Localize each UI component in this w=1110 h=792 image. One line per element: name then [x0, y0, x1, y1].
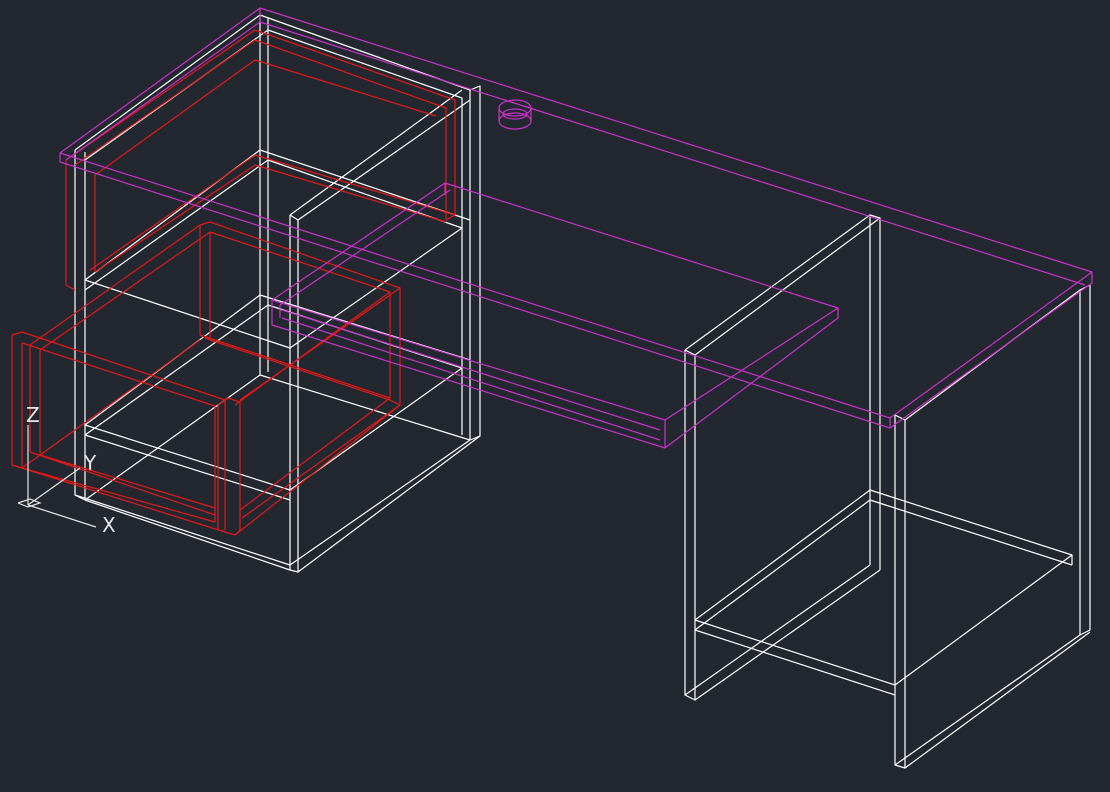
cable-grommet [498, 99, 532, 130]
drawers [11, 29, 456, 536]
desk-stretcher [694, 489, 1073, 696]
wireframe-canvas[interactable]: Z Y X [0, 0, 1110, 792]
ucs-x-axis: X [27, 504, 116, 537]
ucs-z-label: Z [26, 403, 40, 427]
ucs-x-label: X [102, 513, 116, 537]
ucs-y-axis: Y [27, 451, 97, 506]
desk-top [59, 7, 1093, 429]
pedestal-rails [84, 89, 471, 501]
ucs-y-label: Y [83, 451, 97, 475]
desk-leg-right [894, 284, 1091, 769]
cad-viewport[interactable]: Z Y X [0, 0, 1110, 792]
desk-frame [74, 14, 1091, 769]
desk-leg-left [684, 214, 881, 701]
